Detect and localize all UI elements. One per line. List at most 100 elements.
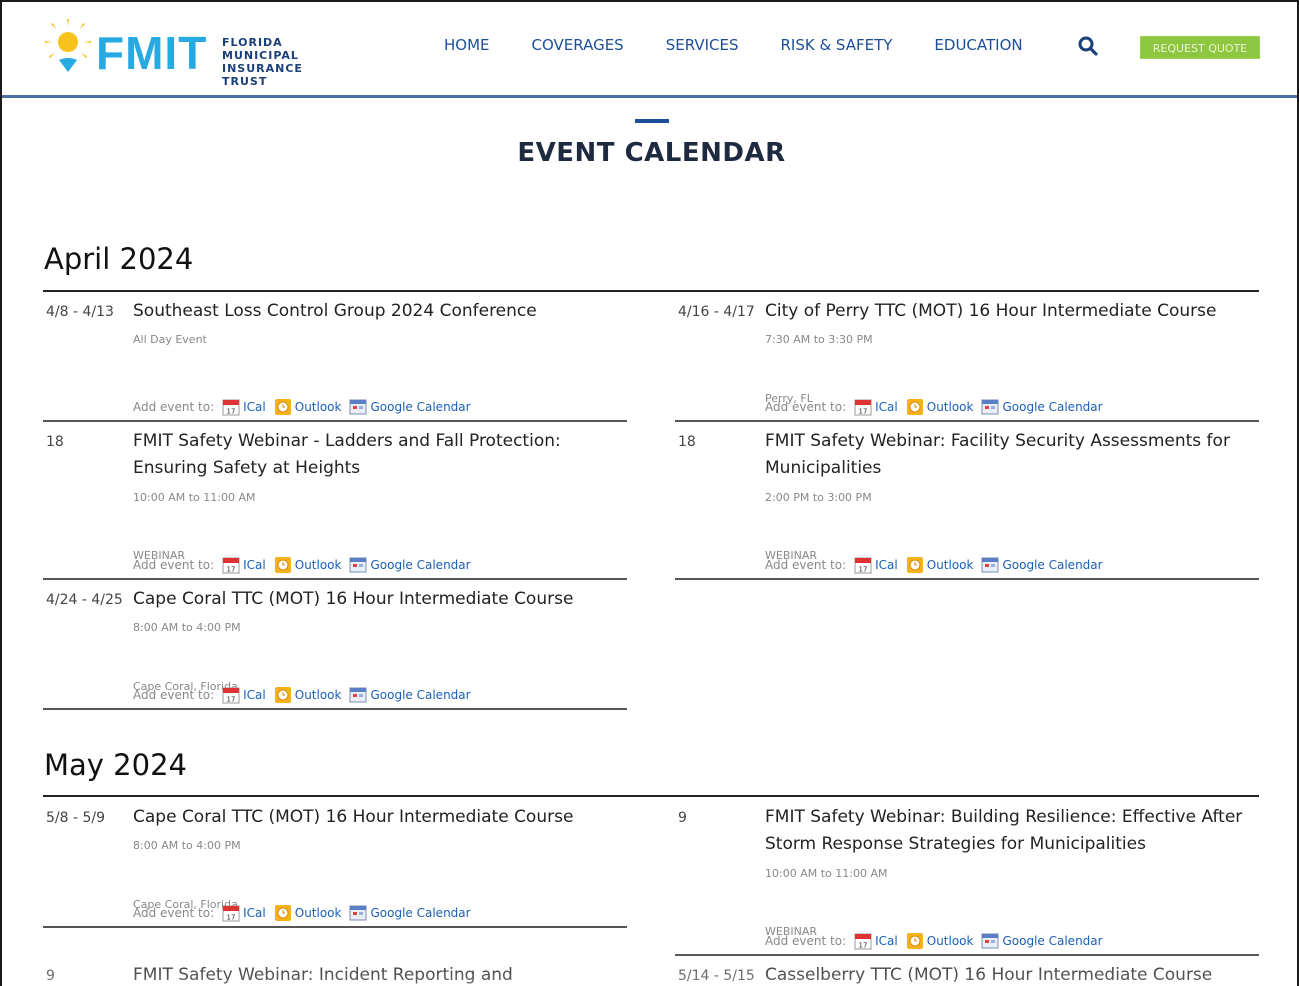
add-event-row: Add event to: 17 ICal Outlook Google Calenda… [133,556,479,574]
logo-sub-line: INSURANCE TRUST [222,62,303,88]
outlook-link[interactable]: Outlook [274,556,341,574]
outlook-icon [906,557,923,573]
svg-text:17: 17 [859,408,868,416]
ical-link-label: ICal [243,400,266,414]
ical-link-label: ICal [875,400,898,414]
event-item: 18 FMIT Safety Webinar: Facility Security… [675,431,1259,580]
event-time: All Day Event [133,333,207,346]
outlook-icon [906,399,923,415]
event-time: 10:00 AM to 11:00 AM [133,491,256,504]
ical-link-label: ICal [243,906,266,920]
add-event-row: Add event to: 17 ICal Outlook Google Calenda… [765,556,1111,574]
nav-coverages[interactable]: COVERAGES [532,36,624,54]
event-item: 4/8 - 4/13 Southeast Loss Control Group 2… [43,301,627,422]
event-item: 18 FMIT Safety Webinar - Ladders and Fall… [43,431,627,580]
outlook-link[interactable]: Outlook [274,904,342,922]
outlook-icon [906,933,923,949]
ical-link-label: ICal [243,558,266,572]
outlook-link-label: Outlook [294,688,342,702]
google-calendar-icon [349,399,367,415]
google-calendar-link-label: Google Calendar [370,558,471,572]
event-time: 8:00 AM to 4:00 PM [133,839,241,852]
google-calendar-icon [349,557,367,573]
google-calendar-link-label: Google Calendar [1002,934,1103,948]
outlook-link[interactable]: Outlook [906,932,973,950]
bottom-fade [2,952,1297,986]
google-calendar-link[interactable]: Google Calendar [981,932,1103,950]
month-divider [43,795,1259,797]
google-calendar-icon [981,399,999,415]
event-title[interactable]: FMIT Safety Webinar - Ladders and Fall P… [133,428,633,482]
title-accent-bar [635,119,669,123]
google-calendar-link-label: Google Calendar [1002,558,1103,572]
google-calendar-link[interactable]: Google Calendar [981,398,1103,416]
nav-risk-safety[interactable]: RISK & SAFETY [780,36,892,54]
sun-logo-icon [45,19,91,72]
logo-sub-line: MUNICIPAL [222,49,299,62]
ical-link[interactable]: 17 ICal [222,904,266,922]
google-calendar-link[interactable]: Google Calendar [349,904,471,922]
event-title[interactable]: Southeast Loss Control Group 2024 Confer… [133,298,633,325]
svg-text:17: 17 [227,696,236,704]
event-date: 4/16 - 4/17 [678,304,755,320]
svg-text:17: 17 [227,914,236,922]
search-icon[interactable] [1078,36,1098,56]
svg-text:17: 17 [227,566,236,574]
google-calendar-link[interactable]: Google Calendar [981,556,1103,574]
event-item: 9 FMIT Safety Webinar: Building Resilienc… [675,807,1259,956]
event-date: 4/24 - 4/25 [46,592,123,608]
add-event-label: Add event to: [765,558,847,572]
ical-link-label: ICal [875,558,898,572]
fmit-logo[interactable]: FMIT FLORIDA MUNICIPAL INSURANCE TRUST [42,16,352,88]
add-event-label: Add event to: [765,400,847,414]
event-title[interactable]: Cape Coral TTC (MOT) 16 Hour Intermediat… [133,586,633,613]
ical-link[interactable]: 17 ICal [222,686,266,704]
ical-link[interactable]: 17 ICal [222,398,266,416]
event-time: 7:30 AM to 3:30 PM [765,333,873,346]
event-date: 4/8 - 4/13 [46,304,114,320]
svg-text:17: 17 [859,942,868,950]
outlook-link-label: Outlook [926,558,974,572]
add-event-row: Add event to: 17 ICal Outlook Google Calenda… [133,904,479,922]
event-title[interactable]: FMIT Safety Webinar: Facility Security A… [765,428,1265,482]
ical-link-label: ICal [243,688,266,702]
nav-services[interactable]: SERVICES [666,36,739,54]
logo-subtitle: FLORIDA MUNICIPAL INSURANCE TRUST [222,36,352,88]
month-divider [43,290,1259,292]
outlook-link[interactable]: Outlook [906,556,974,574]
ical-link[interactable]: 17 ICal [854,556,898,574]
ical-icon: 17 [222,687,240,704]
google-calendar-link-label: Google Calendar [370,400,471,414]
add-event-row: Add event to: 17 ICal Outlook Google Calenda… [765,398,1111,416]
event-title[interactable]: FMIT Safety Webinar: Building Resilience… [765,804,1265,858]
add-event-label: Add event to: [133,688,215,702]
google-calendar-link[interactable]: Google Calendar [349,686,471,704]
event-time: 10:00 AM to 11:00 AM [765,867,888,880]
google-calendar-link[interactable]: Google Calendar [349,556,471,574]
outlook-link[interactable]: Outlook [274,686,342,704]
event-title[interactable]: City of Perry TTC (MOT) 16 Hour Intermed… [765,298,1265,325]
ical-link[interactable]: 17 ICal [854,398,898,416]
request-quote-button[interactable]: REQUEST QUOTE [1140,36,1260,59]
outlook-link[interactable]: Outlook [274,398,342,416]
ical-link[interactable]: 17 ICal [854,932,898,950]
ical-link-label: ICal [875,934,898,948]
main-nav: HOME COVERAGES SERVICES RISK & SAFETY ED… [444,36,1065,54]
event-date: 9 [678,810,687,826]
event-title[interactable]: Cape Coral TTC (MOT) 16 Hour Intermediat… [133,804,633,831]
nav-education[interactable]: EDUCATION [934,36,1022,54]
outlook-link[interactable]: Outlook [906,398,973,416]
add-event-label: Add event to: [765,934,847,948]
outlook-link-label: Outlook [294,906,342,920]
outlook-icon [274,905,291,921]
google-calendar-link-label: Google Calendar [370,688,471,702]
ical-icon: 17 [222,399,240,416]
google-calendar-link-label: Google Calendar [1002,400,1103,414]
event-item: 4/16 - 4/17 City of Perry TTC (MOT) 16 Ho… [675,301,1259,422]
nav-home[interactable]: HOME [444,36,490,54]
ical-link[interactable]: 17 ICal [222,556,266,574]
google-calendar-icon [349,687,367,703]
outlook-icon [274,687,291,703]
google-calendar-link[interactable]: Google Calendar [349,398,471,416]
outlook-link-label: Outlook [294,400,342,414]
